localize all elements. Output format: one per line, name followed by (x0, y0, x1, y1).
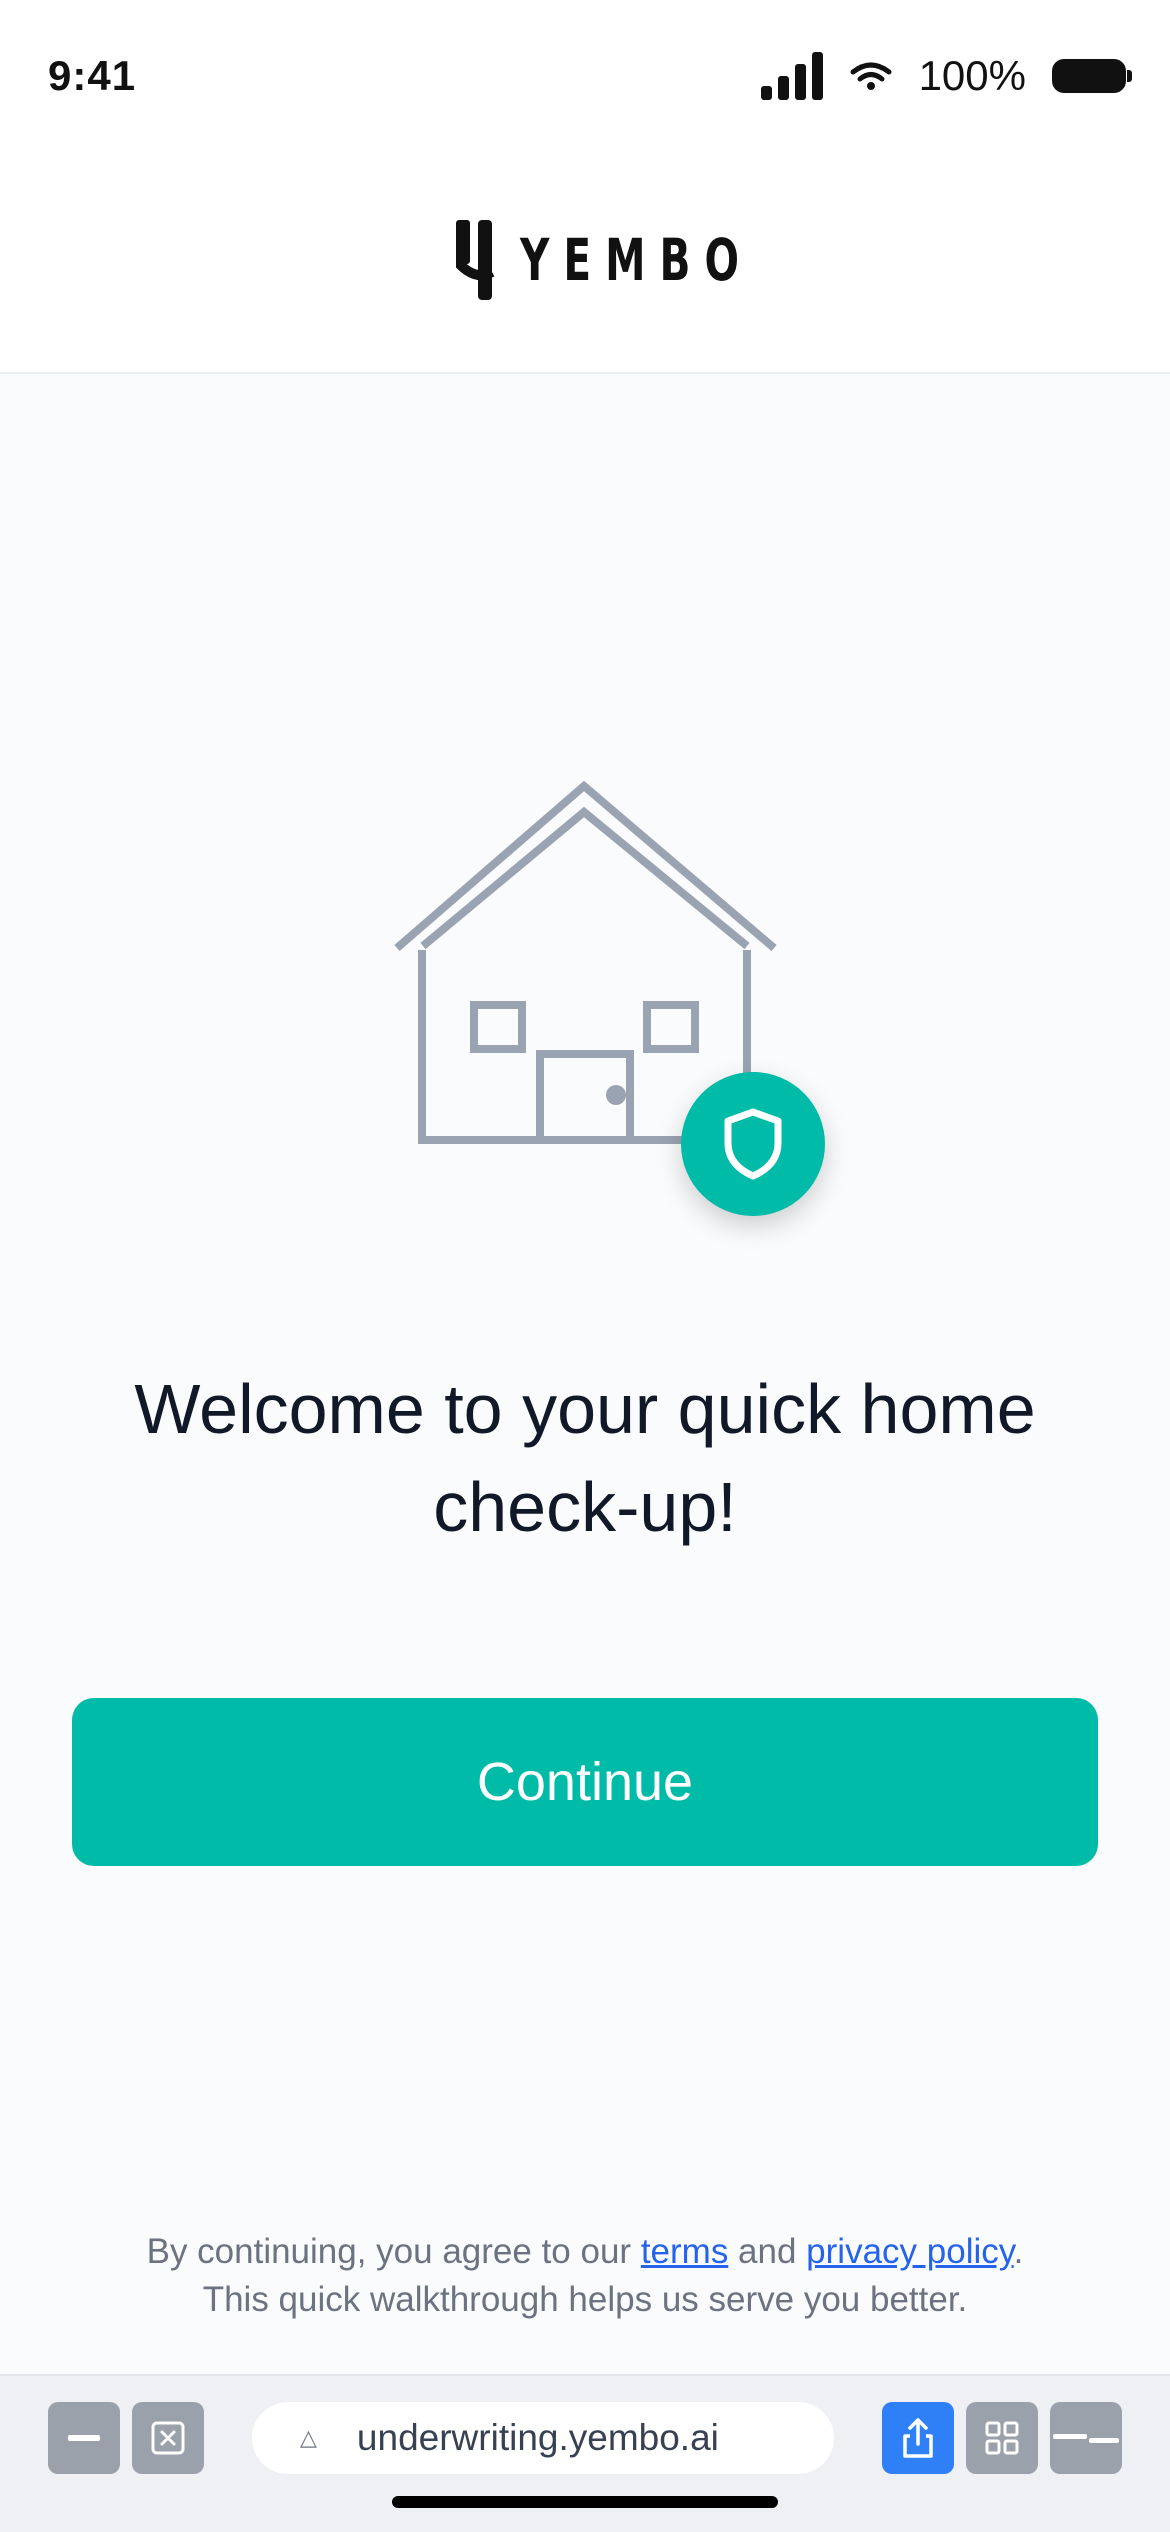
browser-toolbar: △ underwriting.yembo.ai (0, 2374, 1170, 2532)
share-icon (903, 2418, 933, 2458)
legal-prefix: By continuing, you agree to our (146, 2232, 641, 2271)
close-tab-button[interactable] (132, 2402, 204, 2474)
sidebar-button[interactable] (1050, 2402, 1122, 2474)
minimize-button[interactable] (48, 2402, 120, 2474)
privacy-policy-link[interactable]: privacy policy (806, 2232, 1013, 2271)
shield-icon (724, 1108, 782, 1180)
app-header: YEMBO (0, 140, 1170, 374)
status-time: 9:41 (48, 52, 137, 99)
legal-line-2: This quick walkthrough helps us serve yo… (202, 2280, 968, 2319)
welcome-headline: Welcome to your quick home check-up! (134, 1370, 1036, 1546)
shield-badge (681, 1072, 825, 1216)
address-bar[interactable]: △ underwriting.yembo.ai (252, 2402, 834, 2474)
sidebar-icon (1053, 2434, 1119, 2443)
legal-suffix: . (1013, 2232, 1024, 2271)
status-indicators: 100% (760, 48, 1132, 104)
legal-line-1: By continuing, you agree to our terms an… (40, 2228, 1130, 2276)
share-button[interactable] (882, 2402, 954, 2474)
battery-percent: 100% (918, 52, 1026, 99)
wifi-icon (850, 62, 892, 90)
status-bar: 9:41 100% (0, 0, 1170, 140)
legal-notice: By continuing, you agree to our terms an… (40, 2228, 1130, 2324)
minimize-icon (68, 2435, 100, 2441)
legal-middle: and (728, 2232, 807, 2271)
lock-icon: △ (300, 2425, 317, 2450)
cellular-signal-icon (760, 52, 823, 100)
tabs-button[interactable] (966, 2402, 1038, 2474)
logo-text: YEMBO (520, 226, 754, 294)
url-text: underwriting.yembo.ai (356, 2417, 719, 2458)
yembo-logo: YEMBO (456, 220, 853, 300)
yembo-logo-mark-icon (456, 220, 495, 300)
close-tab-icon (151, 2421, 185, 2455)
home-indicator[interactable] (392, 2496, 778, 2508)
battery-icon (1052, 59, 1132, 93)
continue-button[interactable]: Continue (72, 1698, 1098, 1866)
tabs-grid-icon (985, 2421, 1019, 2455)
terms-link[interactable]: terms (641, 2232, 729, 2271)
